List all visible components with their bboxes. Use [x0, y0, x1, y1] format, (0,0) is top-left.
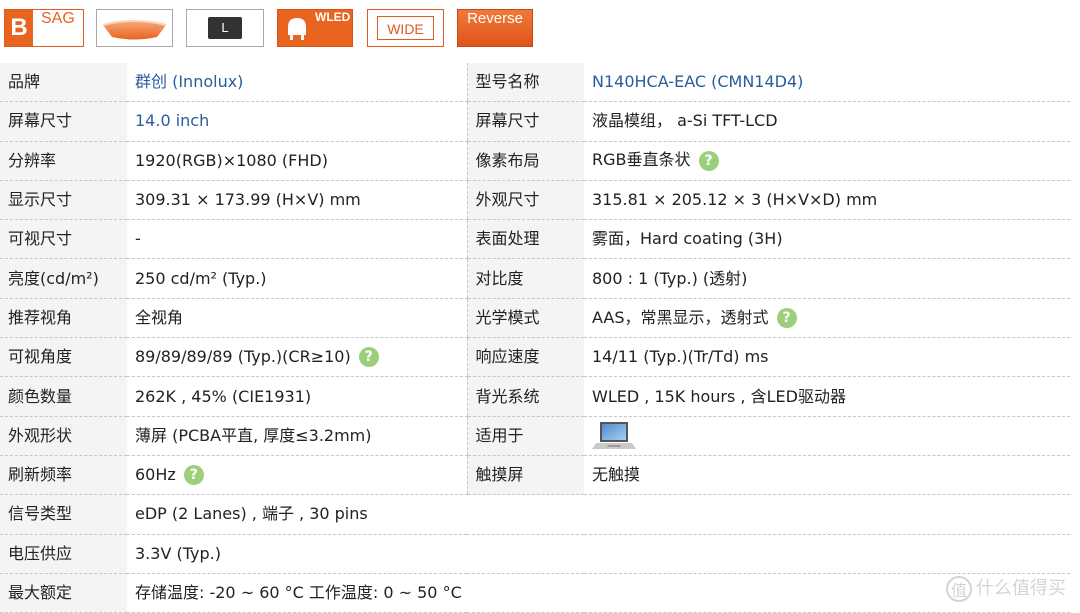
- spec-cell-refresh-rate: 60Hz?: [127, 455, 467, 496]
- spec-label-model: 型号名称: [466, 63, 584, 103]
- smzdm-logo-icon: 值: [946, 576, 972, 602]
- spec-value-voltage: 3.3V (Typ.): [127, 534, 1070, 574]
- spec-table: 品牌 群创 (Innolux) 型号名称 N140HCA-EAC (CMN14D…: [0, 63, 1070, 613]
- spec-value-resolution: 1920(RGB)×1080 (FHD): [127, 141, 467, 181]
- spec-value-screen-size[interactable]: 14.0 inch: [127, 101, 467, 142]
- spec-value-viewable-size: -: [127, 219, 467, 260]
- spec-value-screen-type: 液晶模组， a-Si TFT-LCD: [584, 101, 1070, 142]
- spec-label-display-size: 显示尺寸: [0, 180, 127, 221]
- spec-value-surface: 雾面，Hard coating (3H): [584, 219, 1070, 260]
- wled-bulb-icon: [288, 18, 306, 40]
- spec-label-outline-size: 外观尺寸: [466, 180, 584, 221]
- table-row: 推荐视角 全视角 光学模式 AAS，常黑显示，透射式?: [0, 298, 1070, 339]
- help-icon[interactable]: ?: [698, 150, 719, 171]
- spec-label-resolution: 分辨率: [0, 141, 127, 181]
- laptop-icon[interactable]: [592, 420, 636, 452]
- spec-label-colors: 颜色数量: [0, 376, 127, 417]
- table-row: 屏幕尺寸 14.0 inch 屏幕尺寸 液晶模组， a-Si TFT-LCD: [0, 101, 1070, 142]
- table-row: 分辨率 1920(RGB)×1080 (FHD) 像素布局 RGB垂直条状?: [0, 141, 1070, 181]
- spec-label-touch: 触摸屏: [466, 455, 584, 496]
- spec-value-viewing-angle: 89/89/89/89 (Typ.)(CR≥10): [135, 346, 351, 366]
- spec-label-pixel-layout: 像素布局: [466, 141, 584, 181]
- spec-value-optical-mode: AAS，常黑显示，透射式: [592, 307, 769, 327]
- wled-badge[interactable]: WLED: [277, 9, 353, 47]
- spec-label-brand: 品牌: [0, 63, 127, 103]
- table-row: 可视尺寸 - 表面处理 雾面，Hard coating (3H): [0, 219, 1070, 260]
- spec-label-applicable: 适用于: [466, 416, 584, 456]
- spec-label-contrast: 对比度: [466, 258, 584, 299]
- spec-label-optical-mode: 光学模式: [466, 298, 584, 339]
- l-badge[interactable]: L: [186, 9, 264, 47]
- spec-value-max-rating: 存储温度: -20 ~ 60 °C 工作温度: 0 ~ 50 °C: [127, 573, 1070, 613]
- spec-value-display-size: 309.31 × 173.99 (H×V) mm: [127, 180, 467, 221]
- table-row: 外观形状 薄屏 (PCBA平直, 厚度≤3.2mm) 适用于: [0, 416, 1070, 456]
- spec-label-voltage: 电压供应: [0, 534, 127, 574]
- spec-cell-optical-mode: AAS，常黑显示，透射式?: [584, 298, 1070, 339]
- help-icon[interactable]: ?: [358, 347, 379, 368]
- spec-value-response-time: 14/11 (Typ.)(Tr/Td) ms: [584, 337, 1070, 378]
- spec-label-max-rating: 最大额定: [0, 573, 127, 613]
- reverse-badge[interactable]: Reverse: [457, 9, 533, 47]
- wide-gamut-icon: WIDE: [377, 16, 434, 40]
- spec-label-surface: 表面处理: [466, 219, 584, 260]
- spec-value-signal: eDP (2 Lanes) , 端子 , 30 pins: [127, 494, 1070, 535]
- spec-value-touch: 无触摸: [584, 455, 1070, 496]
- table-row: 最大额定 存储温度: -20 ~ 60 °C 工作温度: 0 ~ 50 °C: [0, 573, 1070, 613]
- help-icon[interactable]: ?: [776, 308, 797, 329]
- table-row: 可视角度 89/89/89/89 (Typ.)(CR≥10)? 响应速度 14/…: [0, 337, 1070, 378]
- panel-curve-icon: [102, 20, 167, 40]
- feature-badges: B SAG L WLED WIDE Reverse: [0, 0, 1080, 60]
- spec-value-brand[interactable]: 群创 (Innolux): [127, 63, 467, 103]
- table-row: 品牌 群创 (Innolux) 型号名称 N140HCA-EAC (CMN14D…: [0, 63, 1070, 103]
- sag-badge[interactable]: B SAG: [4, 9, 84, 47]
- help-icon[interactable]: ?: [183, 465, 204, 486]
- table-row: 显示尺寸 309.31 × 173.99 (H×V) mm 外观尺寸 315.8…: [0, 180, 1070, 221]
- spec-cell-viewing-angle: 89/89/89/89 (Typ.)(CR≥10)?: [127, 337, 467, 378]
- spec-label-brightness: 亮度(cd/m²): [0, 258, 127, 299]
- spec-value-brightness: 250 cd/m² (Typ.): [127, 258, 467, 299]
- l-badge-icon: L: [208, 17, 242, 39]
- table-row: 电压供应 3.3V (Typ.): [0, 534, 1070, 574]
- table-row: 颜色数量 262K , 45% (CIE1931) 背光系统 WLED , 15…: [0, 376, 1070, 417]
- table-row: 刷新频率 60Hz? 触摸屏 无触摸: [0, 455, 1070, 496]
- table-row: 信号类型 eDP (2 Lanes) , 端子 , 30 pins: [0, 494, 1070, 535]
- spec-label-viewable-size: 可视尺寸: [0, 219, 127, 260]
- panel-curve-badge[interactable]: [96, 9, 173, 47]
- spec-label-signal: 信号类型: [0, 494, 127, 535]
- spec-value-shape: 薄屏 (PCBA平直, 厚度≤3.2mm): [127, 416, 467, 456]
- spec-value-model[interactable]: N140HCA-EAC (CMN14D4): [584, 63, 1070, 103]
- reverse-icon: Reverse: [467, 10, 523, 27]
- spec-cell-applicable: [584, 416, 1070, 456]
- spec-cell-pixel-layout: RGB垂直条状?: [584, 141, 1070, 181]
- sag-panel-icon: B: [5, 10, 33, 46]
- wide-badge[interactable]: WIDE: [367, 9, 444, 47]
- spec-value-refresh-rate: 60Hz: [135, 464, 176, 484]
- spec-label-shape: 外观形状: [0, 416, 127, 456]
- watermark-text: 什么值得买: [976, 578, 1066, 599]
- spec-value-colors: 262K , 45% (CIE1931): [127, 376, 467, 417]
- spec-label-viewing-angle: 可视角度: [0, 337, 127, 378]
- watermark: 值什么值得买: [946, 574, 1066, 604]
- spec-value-contrast: 800 : 1 (Typ.) (透射): [584, 258, 1070, 299]
- spec-label-recommended-view: 推荐视角: [0, 298, 127, 339]
- spec-label-screen-type: 屏幕尺寸: [466, 101, 584, 142]
- spec-value-recommended-view: 全视角: [127, 298, 467, 339]
- spec-value-backlight: WLED , 15K hours , 含LED驱动器: [584, 376, 1070, 417]
- sag-badge-label: SAG: [41, 10, 75, 27]
- spec-value-outline-size: 315.81 × 205.12 × 3 (H×V×D) mm: [584, 180, 1070, 221]
- table-row: 亮度(cd/m²) 250 cd/m² (Typ.) 对比度 800 : 1 (…: [0, 258, 1070, 299]
- spec-label-response-time: 响应速度: [466, 337, 584, 378]
- spec-label-screen-size: 屏幕尺寸: [0, 101, 127, 142]
- wled-badge-label: WLED: [315, 10, 351, 24]
- spec-label-refresh-rate: 刷新频率: [0, 455, 127, 496]
- spec-label-backlight: 背光系统: [466, 376, 584, 417]
- spec-value-pixel-layout: RGB垂直条状: [592, 150, 691, 170]
